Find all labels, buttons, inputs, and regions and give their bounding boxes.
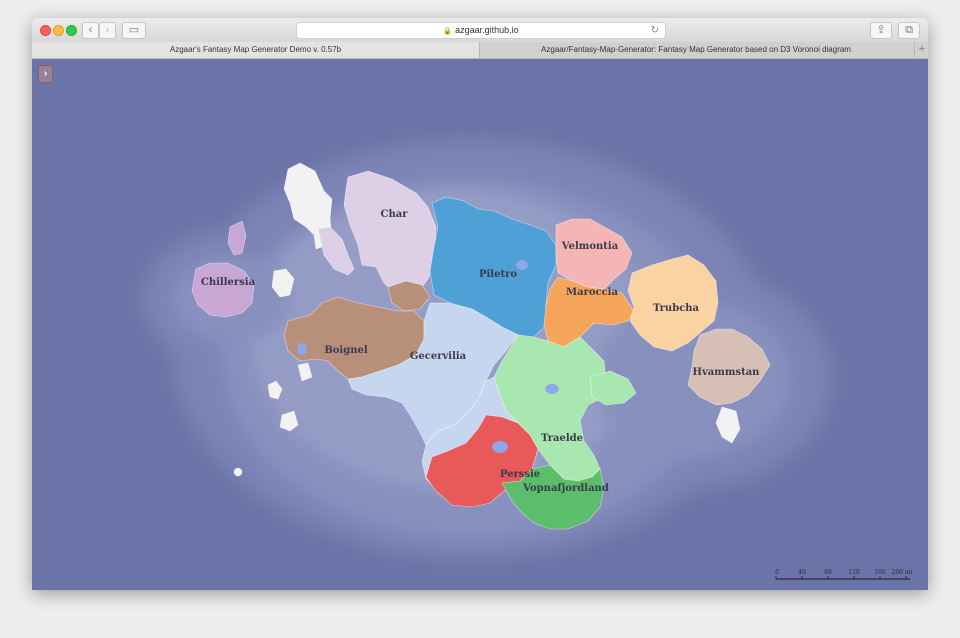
scale-tick-80: 80 bbox=[824, 569, 832, 576]
label-char: Char bbox=[381, 209, 409, 220]
chevron-right-icon: › bbox=[43, 68, 48, 79]
forward-button[interactable]: › bbox=[99, 22, 116, 39]
scale-tick-0: 0 bbox=[775, 569, 779, 576]
address-bar[interactable]: 🔒 azgaar.github.io ↻ bbox=[296, 22, 666, 39]
label-traelde: Traelde bbox=[541, 433, 583, 444]
tabs-icon: ⧉ bbox=[905, 24, 913, 36]
label-hvammstan: Hvammstan bbox=[693, 367, 761, 378]
reload-icon[interactable]: ↻ bbox=[651, 23, 659, 38]
share-icon: ⇪ bbox=[876, 24, 886, 36]
zoom-window-button[interactable] bbox=[66, 25, 77, 36]
label-vopnafjordland: Vopnafjordland bbox=[522, 483, 609, 494]
show-tabs-button[interactable]: ⧉ bbox=[898, 22, 920, 39]
scale-tick-200: 200 mi bbox=[892, 569, 913, 576]
chevron-right-icon: › bbox=[105, 24, 110, 36]
share-button[interactable]: ⇪ bbox=[870, 22, 892, 39]
back-button[interactable]: ‹ bbox=[82, 22, 99, 39]
new-tab-button[interactable]: + bbox=[914, 42, 928, 58]
scale-tick-160: 160 bbox=[874, 569, 886, 576]
tab-bar: Azgaar's Fantasy Map Generator Demo v. 0… bbox=[32, 42, 928, 59]
map-svg[interactable]: Char Piletro Velmontia Maroccia Trubcha … bbox=[32, 59, 928, 590]
sidebar-icon: ▭ bbox=[128, 24, 140, 36]
label-boignel: Boignel bbox=[324, 345, 368, 356]
scale-tick-40: 40 bbox=[798, 569, 806, 576]
browser-window: ‹ › ▭ 🔒 azgaar.github.io ↻ ⇪ ⧉ Azgaar's F… bbox=[32, 18, 928, 590]
scale-bar: 0 40 80 120 160 200 mi bbox=[775, 569, 913, 580]
neutral-islet-4[interactable] bbox=[233, 467, 243, 477]
tab-fantasy-map-demo[interactable]: Azgaar's Fantasy Map Generator Demo v. 0… bbox=[32, 42, 480, 58]
title-bar: ‹ › ▭ 🔒 azgaar.github.io ↻ ⇪ ⧉ bbox=[32, 18, 928, 43]
minimize-window-button[interactable] bbox=[53, 25, 64, 36]
close-window-button[interactable] bbox=[40, 25, 51, 36]
label-piletro: Piletro bbox=[479, 269, 517, 280]
chevron-left-icon: ‹ bbox=[88, 24, 93, 36]
lock-icon: 🔒 bbox=[443, 28, 453, 35]
scale-tick-120: 120 bbox=[848, 569, 860, 576]
plus-icon: + bbox=[918, 43, 926, 55]
label-chillersia: Chillersia bbox=[201, 277, 256, 288]
sidebar-toggle-button[interactable]: ▭ bbox=[122, 22, 146, 39]
label-perssie: Perssie bbox=[500, 469, 540, 480]
label-maroccia: Maroccia bbox=[566, 287, 618, 298]
label-trubcha: Trubcha bbox=[653, 303, 700, 314]
map-canvas[interactable]: Char Piletro Velmontia Maroccia Trubcha … bbox=[32, 59, 928, 590]
label-velmontia: Velmontia bbox=[561, 241, 619, 252]
options-menu-toggle-button[interactable]: › bbox=[38, 65, 53, 83]
url-text: azgaar.github.io bbox=[455, 25, 519, 35]
tab-github-repo[interactable]: Azgaar/Fantasy-Map-Generator: Fantasy Ma… bbox=[480, 42, 912, 58]
label-gecervilia: Gecervilia bbox=[410, 351, 467, 362]
